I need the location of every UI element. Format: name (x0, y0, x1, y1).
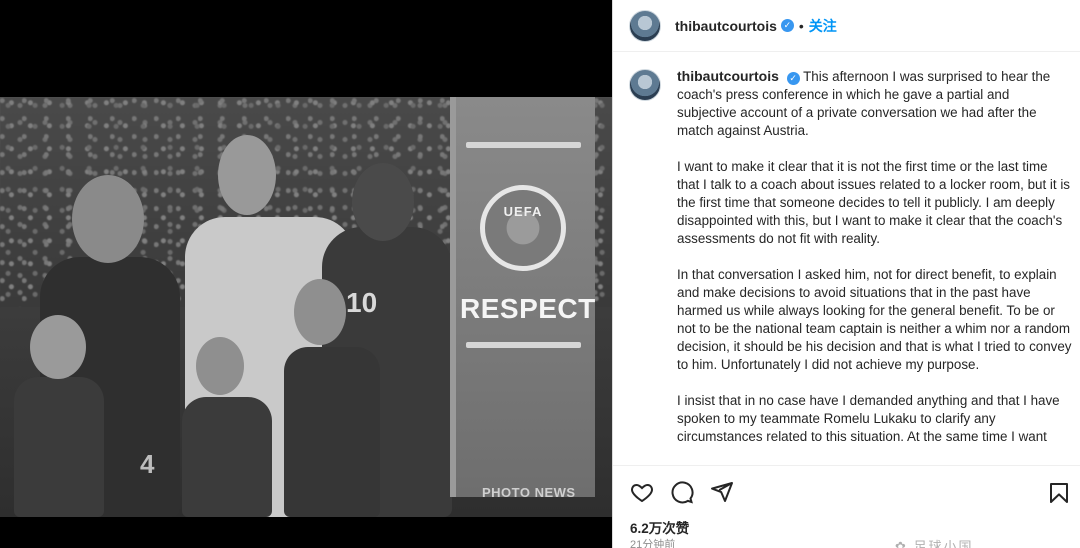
post-header: thibautcourtois ✓ • 关注 (613, 0, 1080, 52)
comment-icon[interactable] (669, 479, 695, 505)
player-goalkeeper-head (218, 135, 276, 215)
board-divider (466, 342, 581, 348)
photo-credit: PHOTO NEWS (482, 485, 576, 500)
avatar[interactable] (629, 69, 661, 101)
board-divider (466, 142, 581, 148)
bookmark-icon[interactable] (1046, 480, 1072, 506)
mascot-kid-1 (14, 377, 104, 517)
player-left-head (72, 175, 144, 263)
caption-comment: thibautcourtois ✓ This afternoon I was s… (613, 53, 1080, 465)
username-link[interactable]: thibautcourtois (677, 68, 779, 84)
verified-badge-icon: ✓ (780, 19, 794, 32)
post-side-panel: thibautcourtois ✓ • 关注 thibautcourtois ✓… (612, 0, 1080, 548)
caption-body: thibautcourtois ✓ This afternoon I was s… (677, 67, 1072, 465)
mascot-kid-3-head (294, 279, 346, 345)
uefa-logo: UEFA (480, 185, 566, 271)
verified-badge-icon: ✓ (786, 72, 800, 85)
heart-icon[interactable] (629, 479, 655, 505)
avatar[interactable] (629, 9, 661, 42)
mascot-kid-2-head (196, 337, 244, 395)
mascot-kid-3 (284, 347, 380, 517)
uefa-logo-text: UEFA (503, 204, 543, 219)
caption-paragraph: I want to make it clear that it is not t… (677, 159, 1070, 246)
source-watermark: ✿ 足球小国 (895, 539, 974, 548)
caption-paragraph: In that conversation I asked him, not fo… (677, 267, 1072, 372)
mascot-kid-1-head (30, 315, 86, 379)
uefa-respect-board: UEFA RESPECT (450, 97, 595, 497)
jersey-number-10: 10 (346, 287, 378, 318)
caption-paragraph: thibautcourtois ✓ This afternoon I was s… (677, 67, 1072, 140)
like-count[interactable]: 6.2万次赞 (630, 517, 689, 537)
follow-button[interactable]: 关注 (809, 16, 837, 36)
mascot-kid-2 (182, 397, 272, 517)
post-photo: 10 4 UEFA RESPECT PHOTO NEWS (0, 97, 612, 517)
jersey-number-4: 4 (140, 449, 155, 479)
username-link[interactable]: thibautcourtois (675, 18, 777, 34)
separator-dot: • (798, 17, 804, 34)
share-icon[interactable] (709, 479, 735, 505)
player-striker-head (352, 163, 414, 241)
post-timestamp[interactable]: 21分钟前 (630, 536, 675, 548)
respect-text: RESPECT (460, 293, 596, 324)
post-actions-bar (613, 465, 1080, 517)
post-media[interactable]: 10 4 UEFA RESPECT PHOTO NEWS (0, 0, 612, 548)
caption-paragraph: I insist that in no case have I demanded… (677, 393, 1060, 444)
